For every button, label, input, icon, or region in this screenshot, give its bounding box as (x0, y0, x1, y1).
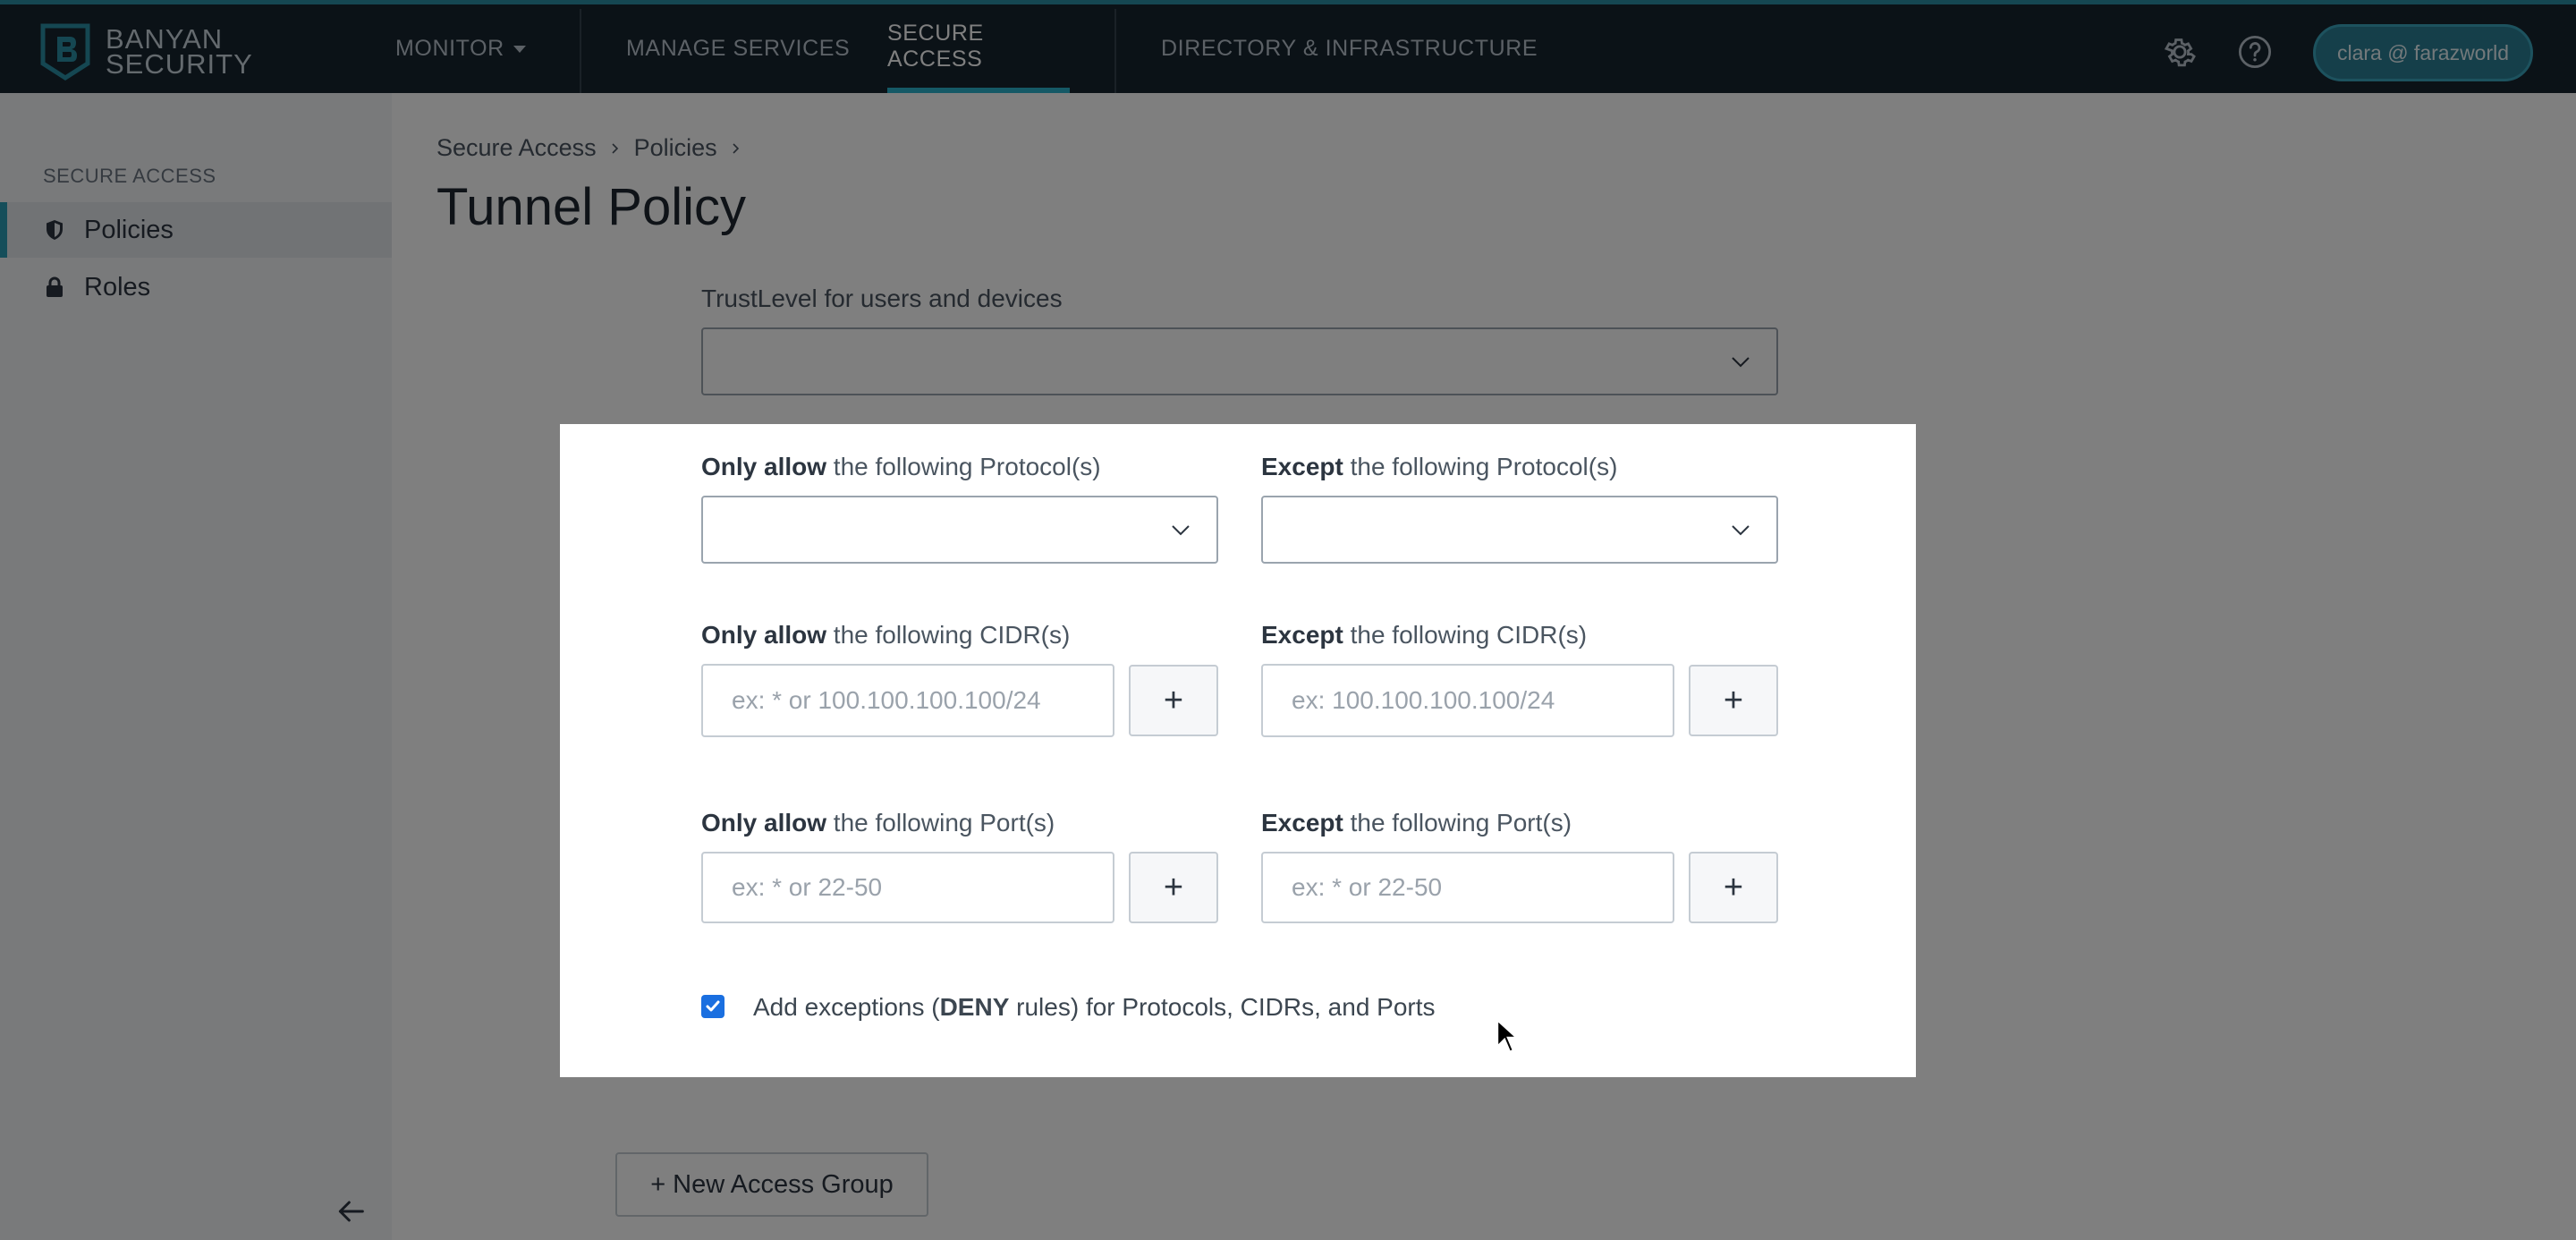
mouse-cursor-icon (1496, 1018, 1521, 1054)
protocols-except-label-bold: Except (1261, 453, 1343, 480)
breadcrumb-policies[interactable]: Policies (634, 134, 717, 162)
user-menu-button[interactable]: clara @ farazworld (2313, 24, 2533, 81)
protocols-except-select[interactable] (1261, 496, 1778, 564)
sidebar: SECURE ACCESS Policies Roles (0, 93, 392, 1240)
add-exceptions-checkbox[interactable] (701, 995, 724, 1018)
protocols-allow-select[interactable] (701, 496, 1218, 564)
plus-icon: + (650, 1169, 666, 1199)
ports-except-label: Except the following Port(s) (1261, 809, 1572, 837)
ports-allow-label-bold: Only allow (701, 809, 827, 837)
plus-icon: + (1723, 681, 1744, 719)
ports-allow-input[interactable] (701, 852, 1114, 923)
cidrs-allow-label: Only allow the following CIDR(s) (701, 621, 1070, 650)
chevron-down-icon (1172, 525, 1190, 536)
breadcrumb-secure-access[interactable]: Secure Access (436, 134, 597, 162)
nav-manage-services-label: MANAGE SERVICES (626, 36, 851, 61)
breadcrumb: Secure Access Policies (436, 134, 742, 162)
help-icon[interactable] (2236, 33, 2274, 71)
banyan-logo-text: BANYAN SECURITY (106, 25, 253, 80)
add-port-except-button[interactable]: + (1689, 852, 1778, 923)
protocols-allow-label: Only allow the following Protocol(s) (701, 453, 1101, 481)
cidrs-allow-label-rest: the following CIDR(s) (826, 621, 1071, 649)
cidrs-except-label-bold: Except (1261, 621, 1343, 649)
arrow-left-icon[interactable] (333, 1193, 369, 1229)
nav-secure-access[interactable]: SECURE ACCESS (887, 4, 1070, 93)
ports-allow-label-rest: the following Port(s) (826, 809, 1055, 837)
caret-down-icon (513, 45, 526, 53)
nav-monitor[interactable]: MONITOR (395, 4, 526, 93)
chevron-right-icon (612, 142, 618, 154)
banyan-logo-icon (40, 23, 90, 81)
protocols-allow-label-bold: Only allow (701, 453, 827, 480)
banyan-logo[interactable]: BANYAN SECURITY (39, 22, 253, 81)
sidebar-item-label: Roles (84, 272, 151, 302)
nav-secure-access-label: SECURE ACCESS (887, 20, 984, 72)
protocols-except-label: Except the following Protocol(s) (1261, 453, 1617, 481)
protocols-allow-label-rest: the following Protocol(s) (826, 453, 1101, 480)
ports-except-input[interactable] (1261, 852, 1674, 923)
sidebar-item-policies[interactable]: Policies (0, 202, 392, 258)
nav-divider (580, 9, 581, 93)
user-name: clara @ farazworld (2336, 40, 2510, 64)
nav-manage-services[interactable]: MANAGE SERVICES (626, 4, 850, 93)
plus-icon: + (1163, 868, 1184, 906)
nav-monitor-label: MONITOR (395, 36, 504, 61)
page-title: Tunnel Policy (436, 178, 747, 236)
cidrs-except-label: Except the following CIDR(s) (1261, 621, 1587, 650)
cidrs-allow-input[interactable] (701, 664, 1114, 737)
nav-divider (1114, 9, 1116, 93)
add-port-allow-button[interactable]: + (1129, 852, 1218, 923)
exceptions-label-post: rules) for Protocols, CIDRs, and Ports (1009, 993, 1436, 1021)
gear-icon[interactable] (2161, 33, 2199, 71)
plus-icon: + (1163, 681, 1184, 719)
nav-directory-infrastructure-label: DIRECTORY & INFRASTRUCTURE (1161, 36, 1538, 61)
cidrs-except-label-rest: the following CIDR(s) (1343, 621, 1588, 649)
sidebar-item-roles[interactable]: Roles (0, 259, 392, 315)
sidebar-item-label: Policies (84, 215, 174, 244)
trustlevel-label: TrustLevel for users and devices (701, 285, 1063, 312)
new-access-group-label: New Access Group (673, 1169, 894, 1199)
protocols-except-label-rest: the following Protocol(s) (1343, 453, 1618, 480)
cidrs-except-input[interactable] (1261, 664, 1674, 737)
ports-except-label-bold: Except (1261, 809, 1343, 837)
checkmark-icon (706, 1000, 720, 1012)
top-navigation-bar: BANYAN SECURITY MONITOR MANAGE SERVICES … (0, 0, 2576, 93)
add-cidr-except-button[interactable]: + (1689, 665, 1778, 736)
cidrs-allow-label-bold: Only allow (701, 621, 827, 649)
ports-except-label-rest: the following Port(s) (1343, 809, 1572, 837)
nav-directory-infrastructure[interactable]: DIRECTORY & INFRASTRUCTURE (1161, 4, 1538, 93)
chevron-down-icon (1732, 357, 1750, 368)
chevron-down-icon (1732, 525, 1750, 536)
logo-line-2: SECURITY (106, 48, 253, 80)
add-exceptions-label[interactable]: Add exceptions (DENY rules) for Protocol… (753, 993, 1436, 1022)
chevron-right-icon (733, 142, 739, 154)
add-cidr-allow-button[interactable]: + (1129, 665, 1218, 736)
exceptions-label-pre: Add exceptions ( (753, 993, 940, 1021)
lock-icon (47, 276, 63, 297)
new-access-group-button[interactable]: + New Access Group (615, 1152, 928, 1217)
exceptions-label-bold: DENY (939, 993, 1010, 1021)
trustlevel-select[interactable] (701, 327, 1778, 395)
ports-allow-label: Only allow the following Port(s) (701, 809, 1055, 837)
plus-icon: + (1723, 868, 1744, 906)
shield-icon (47, 220, 63, 240)
sidebar-section-title: SECURE ACCESS (43, 165, 216, 187)
